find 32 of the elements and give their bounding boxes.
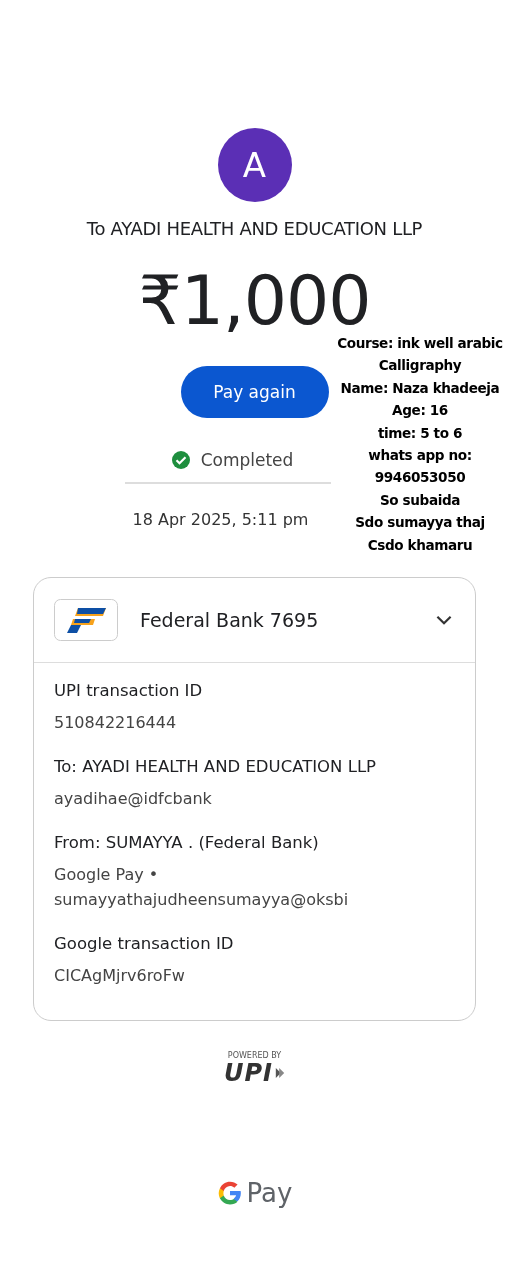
pay-again-button[interactable]: Pay again bbox=[180, 366, 329, 418]
note-line: 9946053050 bbox=[373, 468, 467, 488]
detail-label: From: SUMAYYA . (Federal Bank) bbox=[54, 833, 320, 852]
note-line: whats app no: bbox=[367, 446, 473, 466]
detail-label: Google transaction ID bbox=[54, 934, 235, 953]
detail-label: UPI transaction ID bbox=[54, 681, 204, 700]
note-line: time: 5 to 6 bbox=[376, 423, 464, 443]
date-time: 18 Apr 2025, 5:11 pm bbox=[132, 510, 309, 529]
g-logo-icon bbox=[216, 1180, 243, 1206]
note-line: Name: Naza khadeeja bbox=[339, 378, 501, 398]
note-line: So subaida bbox=[378, 490, 462, 510]
note-line: Sdo sumayya thaj bbox=[354, 513, 486, 533]
note-line: Course: ink well arabic bbox=[336, 334, 504, 353]
arrow-icon bbox=[275, 1066, 285, 1080]
note-line: Age: 16 bbox=[391, 401, 449, 421]
detail-value: CICAgMjrv6roFw bbox=[54, 965, 186, 987]
detail-value: Google Pay • bbox=[54, 864, 160, 886]
check-icon bbox=[170, 450, 191, 470]
upi-logo: UPI bbox=[224, 1060, 273, 1086]
note-line: Calligraphy bbox=[377, 356, 463, 376]
note-line: Csdo khamaru bbox=[366, 535, 474, 555]
detail-value: ayadihae@idfcbank bbox=[54, 788, 213, 810]
brand-name: Pay bbox=[246, 1178, 293, 1208]
avatar: A bbox=[217, 128, 292, 202]
detail-value: 510842216444 bbox=[54, 712, 178, 734]
detail-label: To: AYADI HEALTH AND EDUCATION LLP bbox=[54, 757, 378, 776]
payee-name: To AYADI HEALTH AND EDUCATION LLP bbox=[86, 218, 423, 239]
detail-value: sumayyathajudheensumayya@oksbi bbox=[54, 889, 350, 911]
status-label: Completed bbox=[200, 450, 294, 470]
powered-by-label: POWERED BY bbox=[227, 1051, 282, 1060]
bank-account: Federal Bank 7695 bbox=[140, 609, 320, 631]
bank-logo-icon bbox=[54, 599, 118, 641]
